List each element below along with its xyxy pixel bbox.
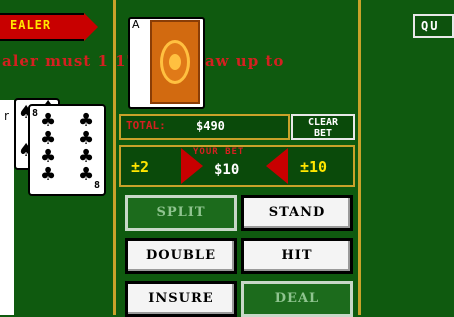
split-button[interactable]: SPLIT [125,195,237,231]
player-card-rank: 8 [32,108,39,119]
clear-bet-line1: CLEAR [307,117,339,128]
window-edge [0,100,14,315]
insure-button[interactable]: INSURE [125,281,237,317]
total-value: $490 [196,119,225,133]
hit-button[interactable]: HIT [241,238,353,274]
decrease-bet-label: ±2 [131,158,150,176]
bet-value: $10 [214,162,240,178]
clear-bet-line2: BET [313,128,333,139]
total-label: TOTAL: [126,119,166,132]
dealer-tag-arrow [84,13,98,41]
arrow-left-icon[interactable] [266,148,288,184]
increase-bet-label: ±10 [300,158,328,176]
clear-bet-button[interactable]: CLEAR BET [291,114,355,140]
deal-button[interactable]: DEAL [241,281,353,317]
quit-button[interactable]: QU [413,14,454,38]
dealer-card-rank: A [132,18,140,31]
edge-text-fragment: r [4,109,9,123]
stand-button[interactable]: STAND [241,195,353,231]
club-icon: ♣ [40,164,57,185]
bet-label: YOUR BET [193,147,245,157]
player-card-rank-bottom: 8 [94,180,101,191]
club-icon: ♣ [78,164,95,185]
card-back-center [169,54,181,70]
double-button[interactable]: DOUBLE [125,238,237,274]
dealer-tag-label: EALER [10,18,52,32]
